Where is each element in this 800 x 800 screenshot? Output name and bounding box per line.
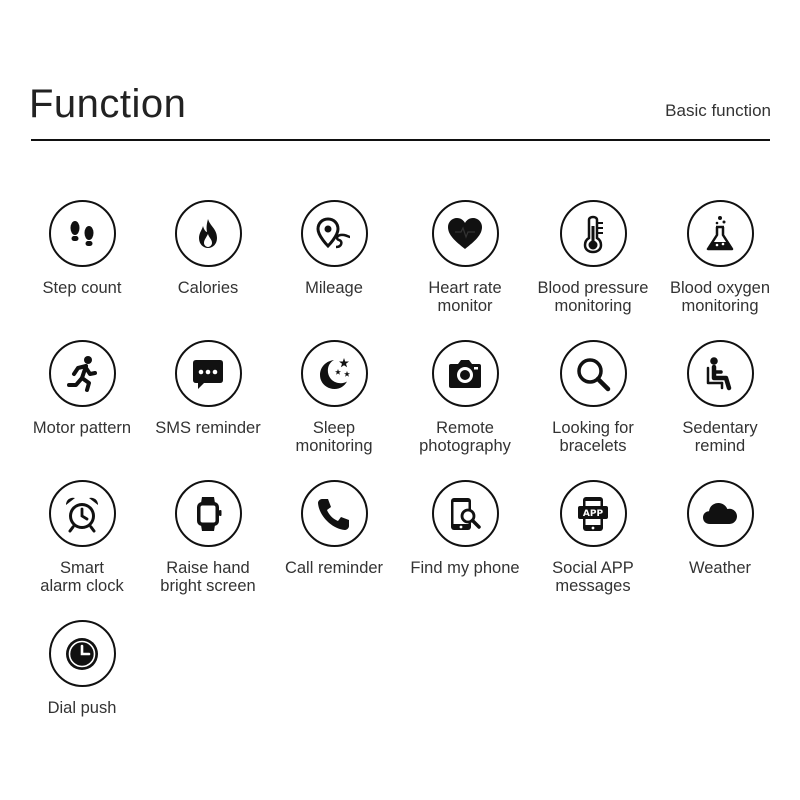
feature-label: Sedentary remind bbox=[682, 419, 758, 455]
feature-label: Call reminder bbox=[284, 559, 384, 577]
smartwatch-icon bbox=[174, 480, 242, 547]
feature-looking-for-bracelets: Looking for bracelets bbox=[529, 340, 657, 470]
app-icon-text: APP bbox=[583, 509, 604, 519]
footprints-icon bbox=[48, 200, 116, 267]
feature-blood-pressure: Blood pressure monitoring bbox=[529, 200, 657, 330]
feature-grid: Step count Calories Mileage Heart rate m… bbox=[18, 200, 784, 760]
seated-person-icon bbox=[686, 340, 754, 407]
map-pin-route-icon bbox=[300, 200, 368, 267]
feature-label: Remote photography bbox=[419, 419, 511, 455]
feature-label: Step count bbox=[42, 279, 122, 297]
message-bubble-icon bbox=[174, 340, 242, 407]
feature-label: Looking for bracelets bbox=[552, 419, 634, 455]
feature-heart-rate: Heart rate monitor bbox=[401, 200, 529, 330]
flask-icon bbox=[686, 200, 754, 267]
feature-motor-pattern: Motor pattern bbox=[18, 340, 146, 470]
magnifier-icon bbox=[559, 340, 627, 407]
feature-call-reminder: Call reminder bbox=[270, 480, 398, 610]
feature-label: Blood pressure monitoring bbox=[537, 279, 649, 315]
feature-social-app-messages: APP Social APP messages bbox=[529, 480, 657, 610]
feature-label: Motor pattern bbox=[32, 419, 132, 437]
feature-label: Smart alarm clock bbox=[40, 559, 124, 595]
phone-search-icon bbox=[431, 480, 499, 547]
feature-step-count: Step count bbox=[18, 200, 146, 330]
feature-label: Mileage bbox=[305, 279, 363, 297]
feature-label: Weather bbox=[688, 559, 752, 577]
feature-blood-oxygen: Blood oxygen monitoring bbox=[656, 200, 784, 330]
feature-dial-push: Dial push bbox=[18, 620, 146, 750]
feature-raise-hand: Raise hand bright screen bbox=[144, 480, 272, 610]
heart-icon bbox=[431, 200, 499, 267]
feature-smart-alarm-clock: Smart alarm clock bbox=[18, 480, 146, 610]
feature-mileage: Mileage bbox=[270, 200, 398, 330]
feature-remote-photography: Remote photography bbox=[401, 340, 529, 470]
phone-handset-icon bbox=[300, 480, 368, 547]
feature-label: SMS reminder bbox=[155, 419, 261, 437]
feature-find-my-phone: Find my phone bbox=[401, 480, 529, 610]
feature-sms-reminder: SMS reminder bbox=[144, 340, 272, 470]
feature-label: Dial push bbox=[47, 699, 117, 717]
feature-label: Social APP messages bbox=[552, 559, 634, 595]
clock-dial-icon bbox=[48, 620, 116, 687]
runner-icon bbox=[48, 340, 116, 407]
feature-weather: Weather bbox=[656, 480, 784, 610]
thermometer-icon bbox=[559, 200, 627, 267]
header-divider bbox=[31, 139, 770, 141]
feature-sleep-monitoring: Sleep monitoring bbox=[270, 340, 398, 470]
feature-sedentary-remind: Sedentary remind bbox=[656, 340, 784, 470]
feature-calories: Calories bbox=[144, 200, 272, 330]
moon-stars-icon bbox=[300, 340, 368, 407]
alarm-clock-icon bbox=[48, 480, 116, 547]
feature-label: Blood oxygen monitoring bbox=[670, 279, 770, 315]
page-title: Function bbox=[29, 82, 187, 126]
app-phone-icon: APP bbox=[559, 480, 627, 547]
camera-icon bbox=[431, 340, 499, 407]
cloud-icon bbox=[686, 480, 754, 547]
feature-label: Raise hand bright screen bbox=[160, 559, 256, 595]
feature-label: Find my phone bbox=[410, 559, 520, 577]
feature-label: Sleep monitoring bbox=[295, 419, 373, 455]
page-subtitle: Basic function bbox=[665, 101, 771, 120]
feature-label: Heart rate monitor bbox=[428, 279, 502, 315]
feature-label: Calories bbox=[177, 279, 239, 297]
flame-icon bbox=[174, 200, 242, 267]
